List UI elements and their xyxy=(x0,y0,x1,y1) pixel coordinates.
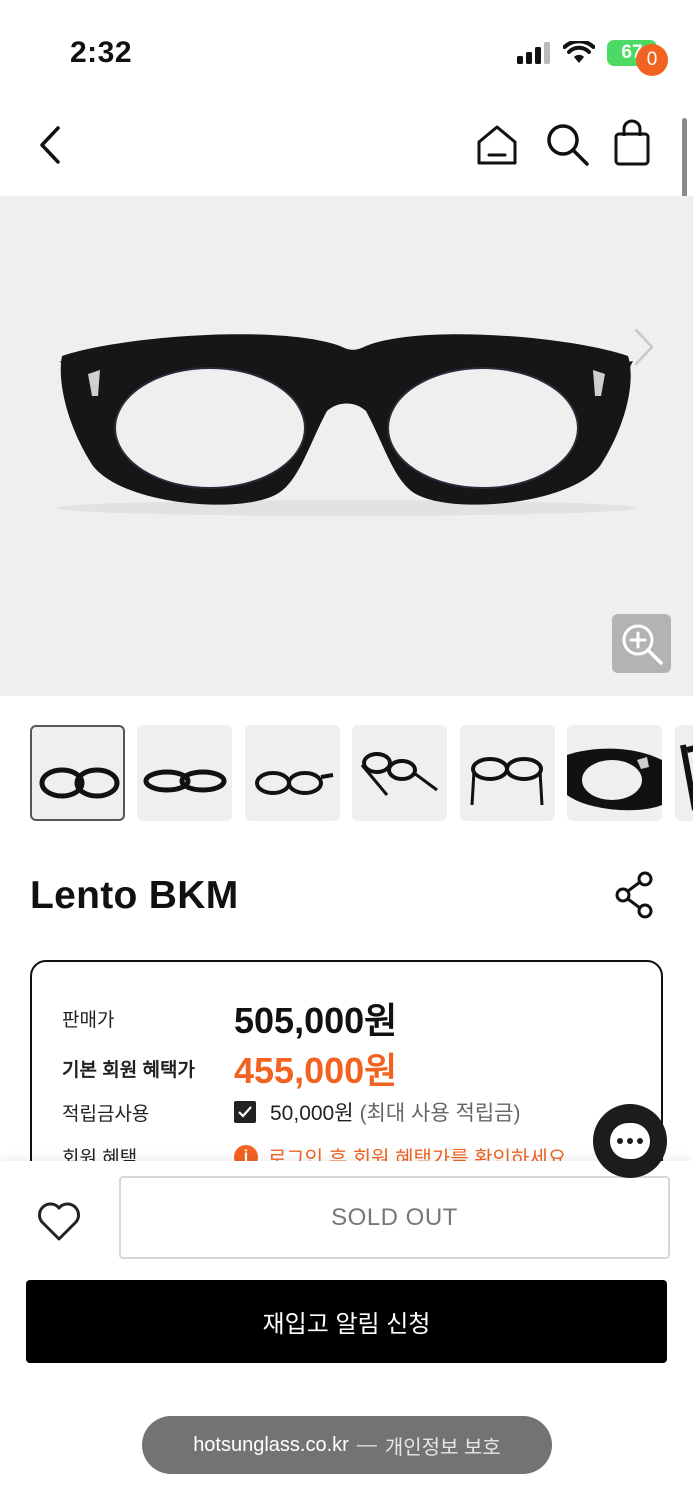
sold-out-button[interactable]: SOLD OUT xyxy=(119,1176,670,1259)
cart-icon[interactable] xyxy=(610,118,660,170)
heart-icon[interactable] xyxy=(36,1199,82,1245)
price-row: 판매가 505,000원 xyxy=(62,992,397,1044)
signal-icon xyxy=(517,42,550,64)
status-time: 2:32 xyxy=(70,36,133,69)
product-main-image[interactable] xyxy=(0,196,693,696)
home-icon[interactable] xyxy=(474,122,520,168)
browser-url-pill[interactable]: hotsunglass.co.kr — 개인정보 보호 xyxy=(142,1416,552,1474)
points-checkbox[interactable] xyxy=(234,1101,256,1123)
wifi-icon xyxy=(563,41,595,63)
member-price-value: 455,000원 xyxy=(234,1050,398,1091)
thumbnail-2[interactable] xyxy=(137,725,233,821)
url-privacy-label: 개인정보 보호 xyxy=(384,1436,501,1459)
cart-count-badge: 0 xyxy=(636,44,668,76)
thumbnail-strip[interactable] xyxy=(30,725,693,821)
chat-icon xyxy=(610,1123,650,1159)
check-icon xyxy=(238,1106,252,1118)
member-price-label: 기본 회원 혜택가 xyxy=(62,1059,195,1081)
price-value: 505,000원 xyxy=(234,1000,398,1041)
search-icon[interactable] xyxy=(543,120,591,168)
price-label: 판매가 xyxy=(62,1009,115,1031)
thumbnail-3[interactable] xyxy=(244,725,340,821)
points-value: 50,000원 xyxy=(270,1102,354,1125)
status-bar: 2:32 67 xyxy=(0,0,693,100)
thumbnail-7[interactable] xyxy=(674,725,693,821)
glasses-image xyxy=(56,334,636,516)
top-navigation xyxy=(0,100,693,196)
zoom-icon xyxy=(622,624,663,665)
points-row: 적립금사용 50,000원 (최대 사용 적립금) xyxy=(62,1097,520,1127)
points-control: 50,000원 (최대 사용 적립금) xyxy=(234,1097,520,1127)
product-title: Lento BKM xyxy=(30,874,239,917)
chat-button[interactable] xyxy=(593,1104,667,1178)
thumbnail-1[interactable] xyxy=(30,725,125,821)
share-icon[interactable] xyxy=(612,870,656,920)
back-icon[interactable] xyxy=(32,122,68,168)
restock-alert-button[interactable]: 재입고 알림 신청 xyxy=(26,1280,667,1363)
thumbnail-5[interactable] xyxy=(459,725,555,821)
member-price-row: 기본 회원 혜택가 455,000원 xyxy=(62,1042,397,1094)
url-separator: — xyxy=(356,1433,377,1456)
url-host: hotsunglass.co.kr xyxy=(193,1433,349,1456)
thumbnail-6[interactable] xyxy=(567,725,663,821)
thumbnail-4[interactable] xyxy=(352,725,448,821)
points-label: 적립금사용 xyxy=(62,1103,150,1125)
points-note: (최대 사용 적립금) xyxy=(359,1102,521,1125)
chevron-right-icon[interactable] xyxy=(626,324,660,370)
zoom-button[interactable] xyxy=(612,614,671,673)
